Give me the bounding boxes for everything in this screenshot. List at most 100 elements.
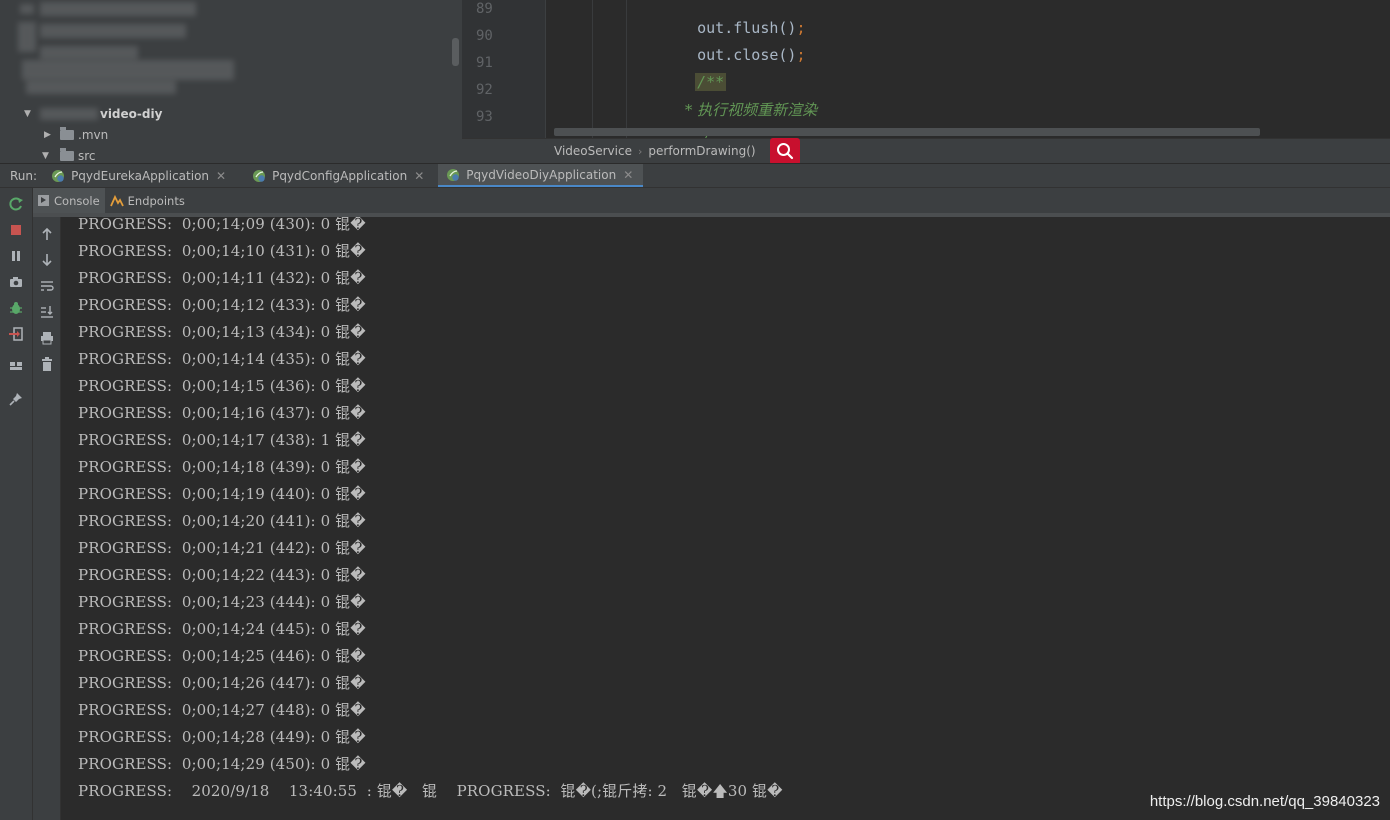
rerun-button[interactable] — [8, 196, 24, 212]
tab-label: PqydVideoDiyApplication — [466, 167, 617, 182]
log-line: PROGRESS: 0;00;14;16 (437): 0 锟� — [78, 404, 366, 422]
tab-eureka-application[interactable]: PqydEurekaApplication ✕ — [43, 164, 236, 187]
code-editor[interactable]: 89 90 91 92 93 out.flush(); out.close();… — [462, 0, 1390, 138]
soft-wrap-icon — [41, 281, 54, 291]
folder-icon — [60, 148, 74, 161]
scroll-down-button[interactable] — [39, 252, 55, 268]
indent-guide — [592, 0, 593, 138]
tree-scrollbar[interactable] — [452, 38, 459, 66]
blurred-tree-item — [40, 46, 138, 60]
line-number: 93 — [476, 109, 493, 125]
console-icon — [38, 195, 49, 206]
blurred-tree-item — [22, 60, 234, 80]
console-tabs-bar: Console Endpoints — [33, 188, 1390, 213]
close-icon[interactable]: ✕ — [216, 169, 226, 183]
arrow-up-icon — [42, 227, 52, 240]
layout-button[interactable] — [8, 358, 24, 374]
blurred-tree-item — [26, 80, 176, 94]
log-line: PROGRESS: 0;00;14;27 (448): 0 锟� — [78, 701, 366, 719]
folder-icon — [60, 127, 74, 140]
log-line: PROGRESS: 0;00;14;17 (438): 1 锟� — [78, 431, 366, 449]
log-line: PROGRESS: 0;00;14;13 (434): 0 锟� — [78, 323, 366, 341]
tab-endpoints[interactable]: Endpoints — [105, 188, 190, 213]
close-icon[interactable]: ✕ — [623, 168, 633, 182]
tree-item-mvn[interactable]: ▶ .mvn — [44, 125, 108, 145]
search-icon — [776, 143, 793, 160]
tab-config-application[interactable]: PqydConfigApplication ✕ — [244, 164, 434, 187]
run-left-toolbar — [0, 188, 33, 820]
console-toolbar — [33, 217, 61, 820]
module-name: video-diy — [100, 107, 163, 121]
log-line: PROGRESS: 0;00;14;10 (431): 0 锟� — [78, 242, 366, 260]
run-label: Run: — [10, 168, 38, 183]
blurred-tree-item — [40, 24, 186, 38]
close-icon[interactable]: ✕ — [414, 169, 424, 183]
stop-icon — [11, 225, 21, 235]
camera-icon — [10, 277, 22, 287]
breadcrumb-class[interactable]: VideoService — [548, 144, 638, 158]
line-number: 90 — [476, 28, 493, 44]
blurred-tree-item — [18, 22, 36, 52]
console-output[interactable]: PROGRESS: 0;00;14;09 (430): 0 锟� PROGRES… — [61, 217, 1390, 820]
breadcrumb: VideoService › performDrawing() — [462, 137, 1390, 165]
indent-guide — [626, 0, 627, 138]
scroll-up-button[interactable] — [39, 226, 55, 242]
breadcrumb-method[interactable]: performDrawing() — [642, 144, 761, 158]
rerun-icon — [9, 197, 23, 211]
tab-video-diy-application[interactable]: PqydVideoDiyApplication ✕ — [438, 164, 644, 187]
spring-boot-icon — [52, 169, 65, 182]
pin-button[interactable] — [8, 391, 24, 407]
clear-all-button[interactable] — [39, 356, 55, 372]
tab-label: PqydConfigApplication — [272, 168, 408, 183]
debug-button[interactable] — [8, 300, 24, 316]
tab-console[interactable]: Console — [33, 188, 105, 213]
dump-threads-button[interactable] — [8, 274, 24, 290]
exit-button[interactable] — [8, 326, 24, 342]
log-line: PROGRESS: 0;00;14;09 (430): 0 锟� — [78, 217, 366, 233]
expand-arrow-icon[interactable]: ▼ — [42, 151, 54, 161]
watermark: https://blog.csdn.net/qq_39840323 — [1149, 793, 1380, 810]
log-line: PROGRESS: 0;00;14;25 (446): 0 锟� — [78, 647, 366, 665]
log-line: PROGRESS: 0;00;14;12 (433): 0 锟� — [78, 296, 366, 314]
scroll-to-end-button[interactable] — [39, 304, 55, 320]
endpoints-icon — [109, 194, 124, 206]
editor-horizontal-scrollbar[interactable] — [554, 128, 1260, 136]
log-line: PROGRESS: 0;00;14;26 (447): 0 锟� — [78, 674, 366, 692]
pause-button[interactable] — [8, 248, 24, 264]
blurred-tree-item — [40, 2, 196, 16]
sub-tab-label: Endpoints — [127, 193, 185, 208]
tree-item-label: .mvn — [78, 128, 109, 142]
spring-boot-icon — [253, 169, 266, 182]
log-line: PROGRESS: 0;00;14;15 (436): 0 锟� — [78, 377, 366, 395]
blurred-tree-item — [20, 4, 34, 14]
line-number: 89 — [476, 1, 493, 17]
stop-button[interactable] — [8, 222, 24, 238]
search-button[interactable] — [769, 137, 800, 165]
log-line: PROGRESS: 0;00;14;20 (441): 0 锟� — [78, 512, 366, 530]
tree-item-label: src — [78, 149, 96, 163]
log-line: PROGRESS: 0;00;14;19 (440): 0 锟� — [78, 485, 366, 503]
pause-icon — [12, 251, 20, 261]
project-tree-pane: ▼ video-diy ▶ .mvn ▼ src — [0, 0, 462, 163]
log-line: PROGRESS: 0;00;14;21 (442): 0 锟� — [78, 539, 366, 557]
tree-item-src[interactable]: ▼ src — [42, 146, 96, 163]
code-semicolon: ; — [796, 46, 806, 64]
soft-wrap-button[interactable] — [39, 278, 55, 294]
tree-module-row[interactable]: ▼ video-diy — [24, 104, 162, 124]
trash-icon — [42, 357, 52, 371]
print-button[interactable] — [39, 330, 55, 346]
log-line: PROGRESS: 0;00;14;28 (449): 0 锟� — [78, 728, 366, 746]
print-icon — [41, 332, 53, 345]
blurred-module-prefix — [40, 108, 98, 120]
bug-icon — [10, 302, 22, 314]
layout-icon — [10, 362, 22, 370]
collapse-arrow-icon[interactable]: ▶ — [44, 130, 56, 140]
log-line: PROGRESS: 0;00;14;24 (445): 0 锟� — [78, 620, 366, 638]
log-line: PROGRESS: 0;00;14;14 (435): 0 锟� — [78, 350, 366, 368]
line-number: 91 — [476, 55, 493, 71]
expand-arrow-icon[interactable]: ▼ — [24, 109, 36, 119]
pin-icon — [9, 393, 22, 406]
tab-label: PqydEurekaApplication — [71, 168, 210, 183]
exit-icon — [9, 327, 23, 341]
spring-boot-icon — [447, 168, 460, 181]
